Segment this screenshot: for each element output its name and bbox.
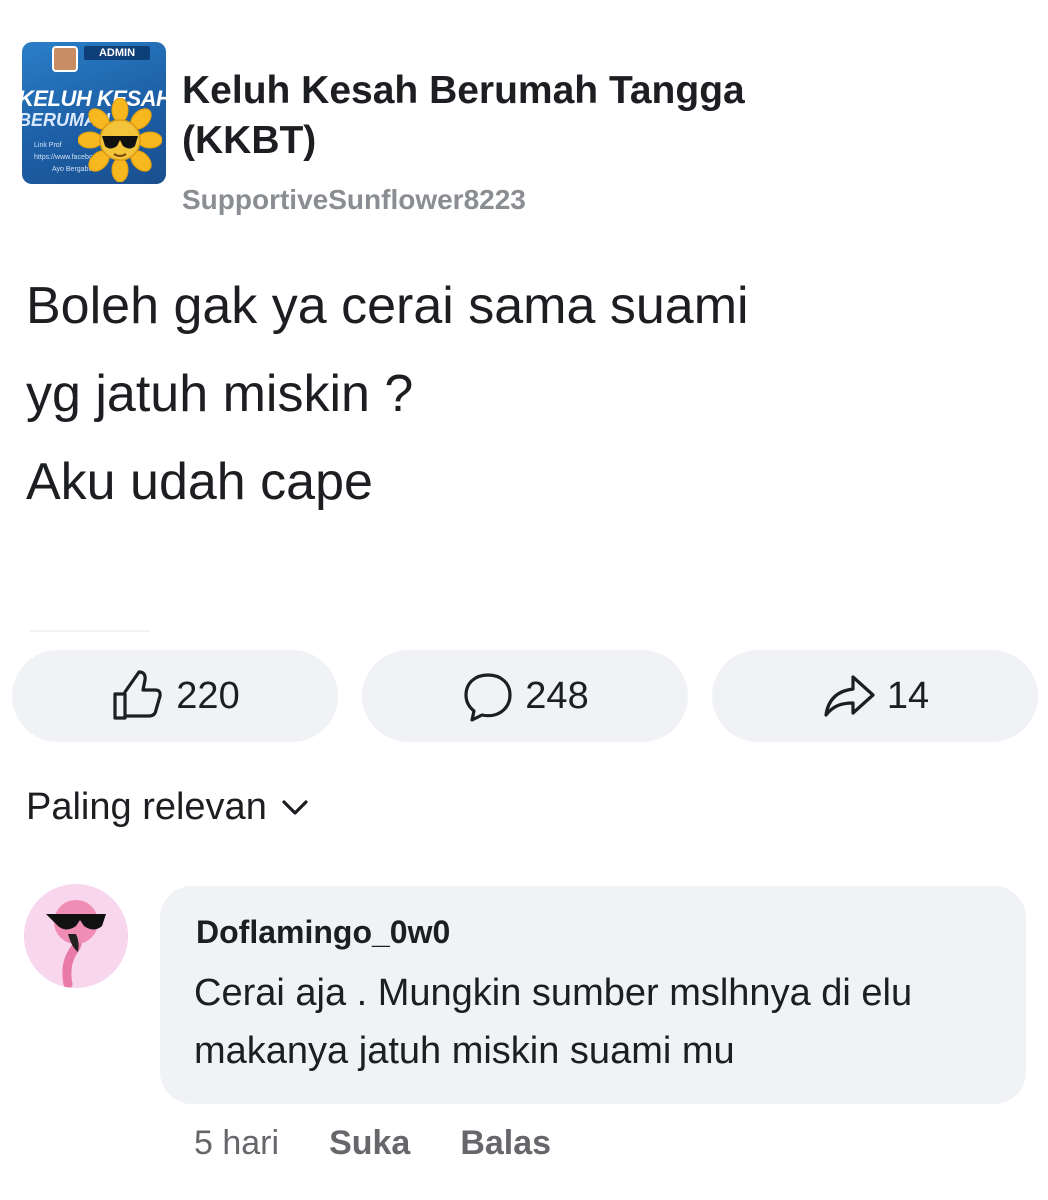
chevron-down-icon: [282, 799, 308, 815]
comment-sort-dropdown[interactable]: Paling relevan: [26, 786, 309, 829]
post-author-name[interactable]: SupportiveSunflower8223: [182, 184, 526, 216]
sort-label: Paling relevan: [26, 786, 267, 828]
comment-button[interactable]: 248: [362, 650, 688, 742]
avatar-small-text-1: Link Prof: [34, 142, 62, 149]
post-page: ADMIN KELUH KESAH BERUMAH Link Prof http…: [0, 0, 1048, 1200]
avatar-admin-label: ADMIN: [84, 46, 150, 60]
like-count: 220: [176, 674, 240, 717]
share-count: 14: [886, 674, 930, 717]
flamingo-avatar-icon: [24, 884, 128, 988]
group-name[interactable]: Keluh Kesah Berumah Tangga (KKBT): [182, 66, 862, 166]
post-text-line: Aku udah cape: [26, 453, 373, 511]
comment-count: 248: [525, 674, 589, 717]
comment-meta: 5 hari Suka Balas: [194, 1124, 551, 1163]
comment-bubble-icon: [464, 673, 512, 722]
post-text-line: yg jatuh miskin ?: [26, 365, 414, 423]
comment-like-button[interactable]: Suka: [329, 1124, 410, 1163]
admin-photo: [52, 46, 78, 72]
share-arrow-icon: [824, 675, 875, 717]
comment-author[interactable]: Doflamingo_0w0: [196, 914, 450, 951]
comment-bubble: Doflamingo_0w0 Cerai aja . Mungkin sumbe…: [160, 886, 1026, 1104]
share-button[interactable]: 14: [712, 650, 1038, 742]
post-text-line: Boleh gak ya cerai sama suami: [26, 277, 749, 335]
comment-time: 5 hari: [194, 1124, 280, 1162]
thumbs-up-icon: [113, 670, 163, 720]
sunflower-avatar-icon[interactable]: [78, 98, 162, 182]
like-button[interactable]: 220: [12, 650, 338, 742]
divider: [30, 630, 150, 632]
commenter-avatar[interactable]: [24, 884, 128, 988]
comment-reply-button[interactable]: Balas: [460, 1124, 551, 1163]
post-text: Boleh gak ya cerai sama suami yg jatuh m…: [26, 262, 1026, 526]
comment-text: Cerai aja . Mungkin sumber mslhnya di el…: [194, 972, 913, 1072]
